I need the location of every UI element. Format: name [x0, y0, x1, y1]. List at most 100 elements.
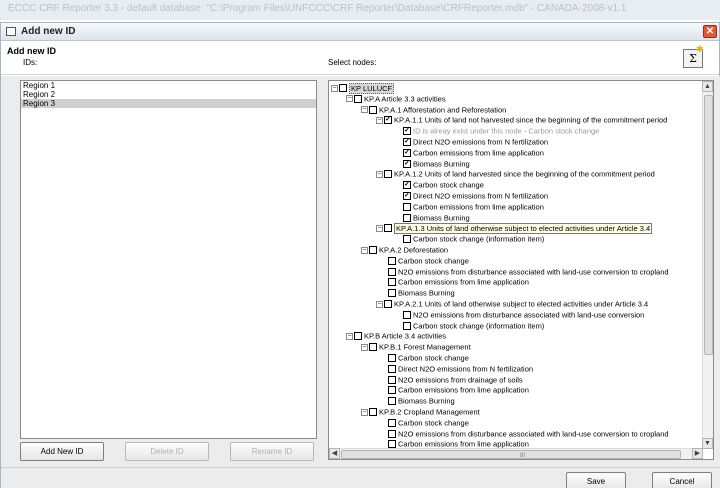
- collapse-icon[interactable]: −: [346, 332, 353, 340]
- node-checkbox[interactable]: [388, 267, 396, 276]
- collapse-icon[interactable]: −: [361, 408, 368, 416]
- list-item[interactable]: Region 2: [21, 90, 316, 99]
- tree-node-label: Carbon emissions from lime application: [398, 385, 529, 395]
- node-checkbox[interactable]: [369, 246, 377, 255]
- node-checkbox[interactable]: [384, 300, 392, 309]
- collapse-icon[interactable]: −: [376, 116, 383, 124]
- collapse-icon[interactable]: −: [376, 300, 383, 308]
- node-checkbox[interactable]: [369, 105, 377, 114]
- tree-node[interactable]: − KP.B.2 Cropland Management: [361, 407, 480, 417]
- tree-node[interactable]: − KP.A Article 3.3 activities: [346, 94, 446, 103]
- node-checkbox[interactable]: [339, 84, 347, 93]
- node-checkbox[interactable]: [403, 310, 411, 319]
- tree-node[interactable]: N2O emissions from disturbance associate…: [403, 310, 644, 319]
- tree-node[interactable]: − KP.A.2.1 Units of land otherwise subjec…: [376, 299, 648, 309]
- collapse-icon[interactable]: −: [376, 224, 383, 232]
- save-button[interactable]: Save: [566, 472, 626, 488]
- tree-node[interactable]: Biomass Burning: [388, 396, 455, 406]
- node-checkbox[interactable]: [403, 202, 411, 211]
- tree-node[interactable]: − KP.A.1.1 Units of land not harvested si…: [376, 115, 667, 125]
- tree-node[interactable]: − KP.A.1 Afforestation and Reforestation: [361, 105, 506, 114]
- tree-node[interactable]: Direct N2O emissions from N fertilizatio…: [388, 364, 533, 373]
- tree-node[interactable]: Carbon stock change (information item): [403, 321, 544, 330]
- collapse-icon[interactable]: −: [361, 106, 368, 114]
- node-checkbox[interactable]: [403, 127, 411, 136]
- node-checkbox[interactable]: [403, 213, 411, 222]
- node-checkbox[interactable]: [388, 289, 396, 298]
- tree-node[interactable]: − KP.B Article 3.4 activities: [346, 331, 446, 341]
- tree-node-label: N2O emissions from drainage of soils: [398, 375, 523, 385]
- tree-node[interactable]: Carbon emissions from lime application: [403, 202, 544, 211]
- scroll-right-icon[interactable]: ▶: [692, 448, 703, 459]
- node-checkbox[interactable]: [388, 375, 396, 384]
- node-checkbox[interactable]: [384, 116, 392, 125]
- node-checkbox[interactable]: [384, 224, 392, 233]
- collapse-icon[interactable]: −: [361, 246, 368, 254]
- tree-node[interactable]: N2O emissions from disturbance associate…: [388, 429, 669, 438]
- tree-node[interactable]: Direct N2O emissions from N fertilizatio…: [403, 137, 548, 147]
- tree-node[interactable]: Carbon stock change (information item): [403, 234, 544, 244]
- tree-node[interactable]: N2O emissions from drainage of soils: [388, 375, 523, 384]
- node-checkbox[interactable]: [403, 148, 411, 157]
- tree-node[interactable]: Biomass Burning: [403, 159, 470, 168]
- close-icon[interactable]: ✕: [703, 25, 717, 38]
- node-checkbox[interactable]: [388, 386, 396, 395]
- tree-node[interactable]: Carbon emissions from lime application: [388, 385, 529, 395]
- node-checkbox[interactable]: [403, 192, 411, 201]
- tree-node[interactable]: Carbon stock change: [388, 418, 469, 427]
- node-checkbox[interactable]: [388, 418, 396, 427]
- vertical-scrollbar[interactable]: ▲ ▼: [702, 81, 713, 449]
- cancel-button[interactable]: Cancel: [652, 472, 712, 488]
- collapse-icon[interactable]: −: [331, 84, 338, 92]
- collapse-icon[interactable]: −: [346, 95, 353, 103]
- scroll-left-icon[interactable]: ◀: [329, 448, 340, 459]
- tree-node[interactable]: Direct N2O emissions from N fertilizatio…: [403, 191, 548, 201]
- dialog-body: Region 1 Region 2 Region 3 − KP LULUCF − KP.A…: [1, 76, 720, 488]
- collapse-icon[interactable]: −: [361, 343, 368, 351]
- tree-node[interactable]: Carbon emissions from lime application: [388, 277, 529, 287]
- node-checkbox[interactable]: [403, 321, 411, 330]
- tree-node[interactable]: ID is alreay exist under this node - Car…: [403, 126, 599, 136]
- node-checkbox[interactable]: [354, 94, 362, 103]
- tree-node[interactable]: Carbon stock change: [388, 353, 469, 363]
- tree-node[interactable]: − KP LULUCF: [331, 82, 395, 94]
- horizontal-scrollbar[interactable]: ◀ III ▶: [329, 448, 703, 459]
- node-checkbox[interactable]: [403, 138, 411, 147]
- node-tree[interactable]: − KP LULUCF − KP.A Article 3.3 activities − K…: [329, 81, 703, 449]
- scroll-down-icon[interactable]: ▼: [702, 438, 713, 449]
- node-checkbox[interactable]: [403, 181, 411, 190]
- dialog-titlebar[interactable]: Add new ID ✕: [1, 23, 719, 41]
- node-checkbox[interactable]: [388, 278, 396, 287]
- tree-node[interactable]: − KP.A.1.3 Units of land otherwise subjec…: [376, 222, 653, 234]
- tree-node[interactable]: Biomass Burning: [403, 213, 470, 222]
- tree-node[interactable]: Carbon stock change: [388, 256, 469, 265]
- node-checkbox[interactable]: [369, 408, 377, 417]
- tree-node[interactable]: − KP.A.1.2 Units of land harvested since …: [376, 169, 655, 179]
- node-checkbox[interactable]: [403, 235, 411, 244]
- add-new-id-button[interactable]: Add New ID: [20, 442, 104, 461]
- node-checkbox[interactable]: [354, 332, 362, 341]
- node-checkbox[interactable]: [388, 429, 396, 438]
- tree-node[interactable]: − KP.B.1 Forest Management: [361, 342, 471, 352]
- tree-node[interactable]: N2O emissions from disturbance associate…: [388, 267, 669, 276]
- node-checkbox[interactable]: [388, 354, 396, 363]
- tree-node[interactable]: Carbon emissions from lime application: [403, 148, 544, 157]
- tree-node[interactable]: − KP.A.2 Deforestation: [361, 245, 448, 255]
- node-checkbox[interactable]: [388, 397, 396, 406]
- node-checkbox[interactable]: [388, 256, 396, 265]
- collapse-icon[interactable]: −: [376, 170, 383, 178]
- list-item[interactable]: Region 3: [21, 99, 316, 108]
- list-item[interactable]: Region 1: [21, 81, 316, 90]
- node-checkbox[interactable]: [403, 159, 411, 168]
- scroll-up-icon[interactable]: ▲: [702, 81, 713, 92]
- delete-id-button[interactable]: Delete ID: [125, 442, 209, 461]
- tree-node[interactable]: Carbon stock change: [403, 180, 484, 190]
- node-checkbox[interactable]: [384, 170, 392, 179]
- vertical-scroll-thumb[interactable]: [704, 95, 713, 355]
- rename-id-button[interactable]: Rename ID: [230, 442, 314, 461]
- tree-node[interactable]: Biomass Burning: [388, 288, 455, 298]
- horizontal-scroll-thumb[interactable]: III: [341, 450, 681, 459]
- node-checkbox[interactable]: [388, 364, 396, 373]
- ids-list[interactable]: Region 1 Region 2 Region 3: [20, 80, 317, 439]
- node-checkbox[interactable]: [369, 343, 377, 352]
